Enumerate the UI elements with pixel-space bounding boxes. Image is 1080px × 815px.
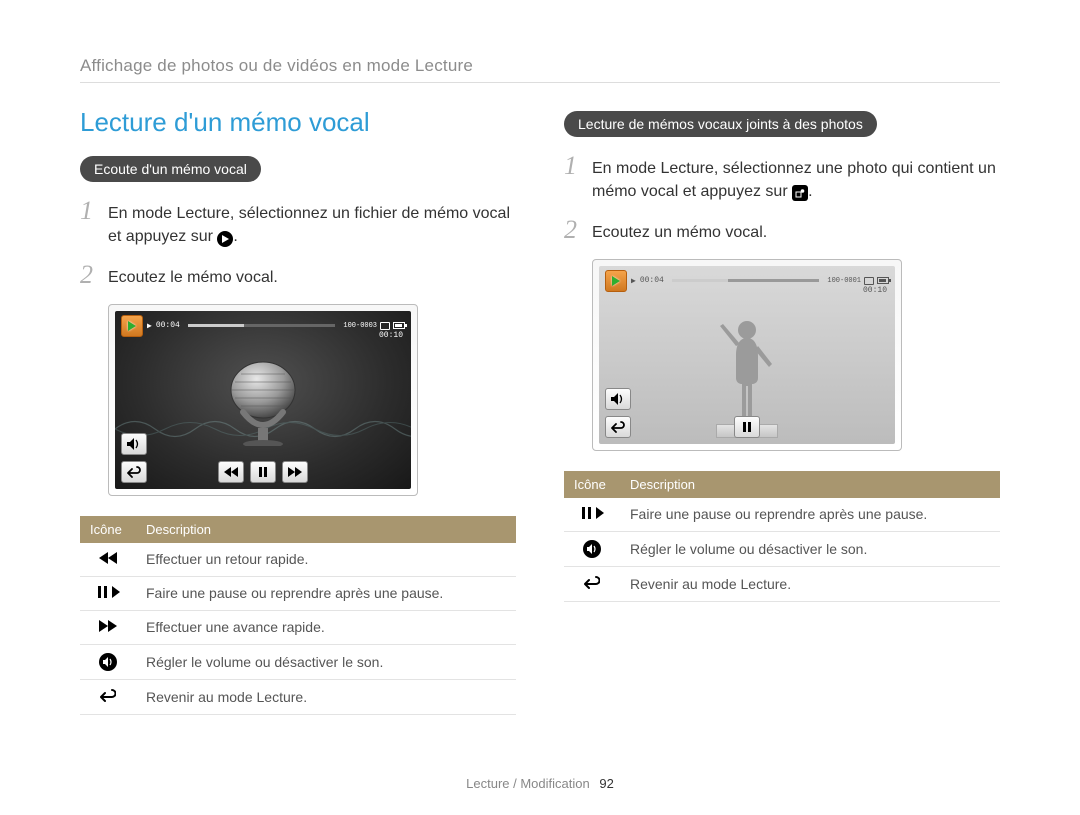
table-desc: Faire une pause ou reprendre après une p… <box>620 498 1000 532</box>
step-number: 1 <box>564 153 582 179</box>
icon-table-right: Icône Description Faire une pause ou rep… <box>564 471 1000 602</box>
step-number: 2 <box>80 262 98 288</box>
pause-button[interactable] <box>250 461 276 483</box>
table-row: Régler le volume ou désactiver le son. <box>80 644 516 679</box>
table-desc: Faire une pause ou reprendre après une p… <box>136 576 516 610</box>
table-desc: Régler le volume ou désactiver le son. <box>136 644 516 679</box>
microphone-icon <box>225 360 301 446</box>
file-id: 100-0003 <box>343 322 377 330</box>
rewind-button[interactable] <box>218 461 244 483</box>
progress-bar <box>188 324 336 327</box>
divider <box>80 82 1000 83</box>
table-header-desc: Description <box>136 516 516 543</box>
left-step-1: 1 En mode Lecture, sélectionnez un fichi… <box>80 198 516 248</box>
table-header-icon: Icône <box>564 471 620 498</box>
left-step-2: 2 Ecoutez le mémo vocal. <box>80 262 516 289</box>
back-button[interactable] <box>121 461 147 483</box>
section-pill-right: Lecture de mémos vocaux joints à des pho… <box>564 111 877 137</box>
left-column: Lecture d'un mémo vocal Ecoute d'un mémo… <box>80 107 516 715</box>
icon-table-left: Icône Description Effectuer un retour ra… <box>80 516 516 715</box>
step-number: 1 <box>80 198 98 224</box>
pause-play-icon <box>97 586 120 598</box>
table-desc: Revenir au mode Lecture. <box>136 679 516 714</box>
voice-memo-screenshot: ▶ 00:04 100-0003 00:10 <box>108 304 418 496</box>
table-desc: Régler le volume ou désactiver le son. <box>620 531 1000 566</box>
table-row: Faire une pause ou reprendre après une p… <box>80 576 516 610</box>
breadcrumb: Affichage de photos ou de vidéos en mode… <box>80 56 1000 76</box>
right-step-1: 1 En mode Lecture, sélectionnez une phot… <box>564 153 1000 203</box>
elapsed-time: 00:04 <box>640 276 664 285</box>
table-desc: Revenir au mode Lecture. <box>620 566 1000 601</box>
file-id: 100-0001 <box>827 277 861 285</box>
progress-bar <box>672 279 820 282</box>
step-text: Ecoutez le mémo vocal. <box>108 262 278 289</box>
back-button[interactable] <box>605 416 631 438</box>
play-indicator-icon: ▶ <box>147 321 152 331</box>
section-pill-left: Ecoute d'un mémo vocal <box>80 156 261 182</box>
volume-icon <box>99 653 117 671</box>
elapsed-time: 00:04 <box>156 321 180 330</box>
memory-card-icon <box>380 322 390 330</box>
table-row: Effectuer une avance rapide. <box>80 610 516 644</box>
table-row: Régler le volume ou désactiver le son. <box>564 531 1000 566</box>
forward-icon <box>99 620 117 632</box>
volume-icon <box>583 540 601 558</box>
battery-icon <box>393 322 405 329</box>
step-number: 2 <box>564 217 582 243</box>
pause-button[interactable] <box>734 416 760 438</box>
thumbnail-play-icon <box>605 270 627 292</box>
pause-play-icon <box>581 507 604 519</box>
battery-icon <box>877 277 889 284</box>
right-column: Lecture de mémos vocaux joints à des pho… <box>564 107 1000 715</box>
footer-section: Lecture / Modification <box>466 776 590 791</box>
table-desc: Effectuer une avance rapide. <box>136 610 516 644</box>
back-icon <box>100 688 116 702</box>
play-icon <box>217 231 233 247</box>
back-icon <box>584 575 600 589</box>
table-row: Revenir au mode Lecture. <box>80 679 516 714</box>
memory-card-icon <box>864 277 874 285</box>
right-step-2: 2 Ecoutez un mémo vocal. <box>564 217 1000 244</box>
page-number: 92 <box>599 776 613 791</box>
volume-button[interactable] <box>121 433 147 455</box>
step-text: Ecoutez un mémo vocal. <box>592 217 767 244</box>
rewind-icon <box>99 552 117 564</box>
person-silhouette-icon <box>712 316 782 426</box>
play-indicator-icon: ▶ <box>631 276 636 286</box>
total-time: 00:10 <box>379 331 403 340</box>
table-row: Faire une pause ou reprendre après une p… <box>564 498 1000 532</box>
table-header-icon: Icône <box>80 516 136 543</box>
table-header-desc: Description <box>620 471 1000 498</box>
table-desc: Effectuer un retour rapide. <box>136 543 516 577</box>
total-time: 00:10 <box>863 286 887 295</box>
memo-icon <box>792 185 808 201</box>
forward-button[interactable] <box>282 461 308 483</box>
table-row: Effectuer un retour rapide. <box>80 543 516 577</box>
page-footer: Lecture / Modification 92 <box>0 776 1080 791</box>
table-row: Revenir au mode Lecture. <box>564 566 1000 601</box>
page-title: Lecture d'un mémo vocal <box>80 107 516 138</box>
volume-button[interactable] <box>605 388 631 410</box>
photo-memo-screenshot: ▶ 00:04 100-0001 00:10 <box>592 259 902 451</box>
step-text: En mode Lecture, sélectionnez un fichier… <box>108 205 510 245</box>
thumbnail-play-icon <box>121 315 143 337</box>
